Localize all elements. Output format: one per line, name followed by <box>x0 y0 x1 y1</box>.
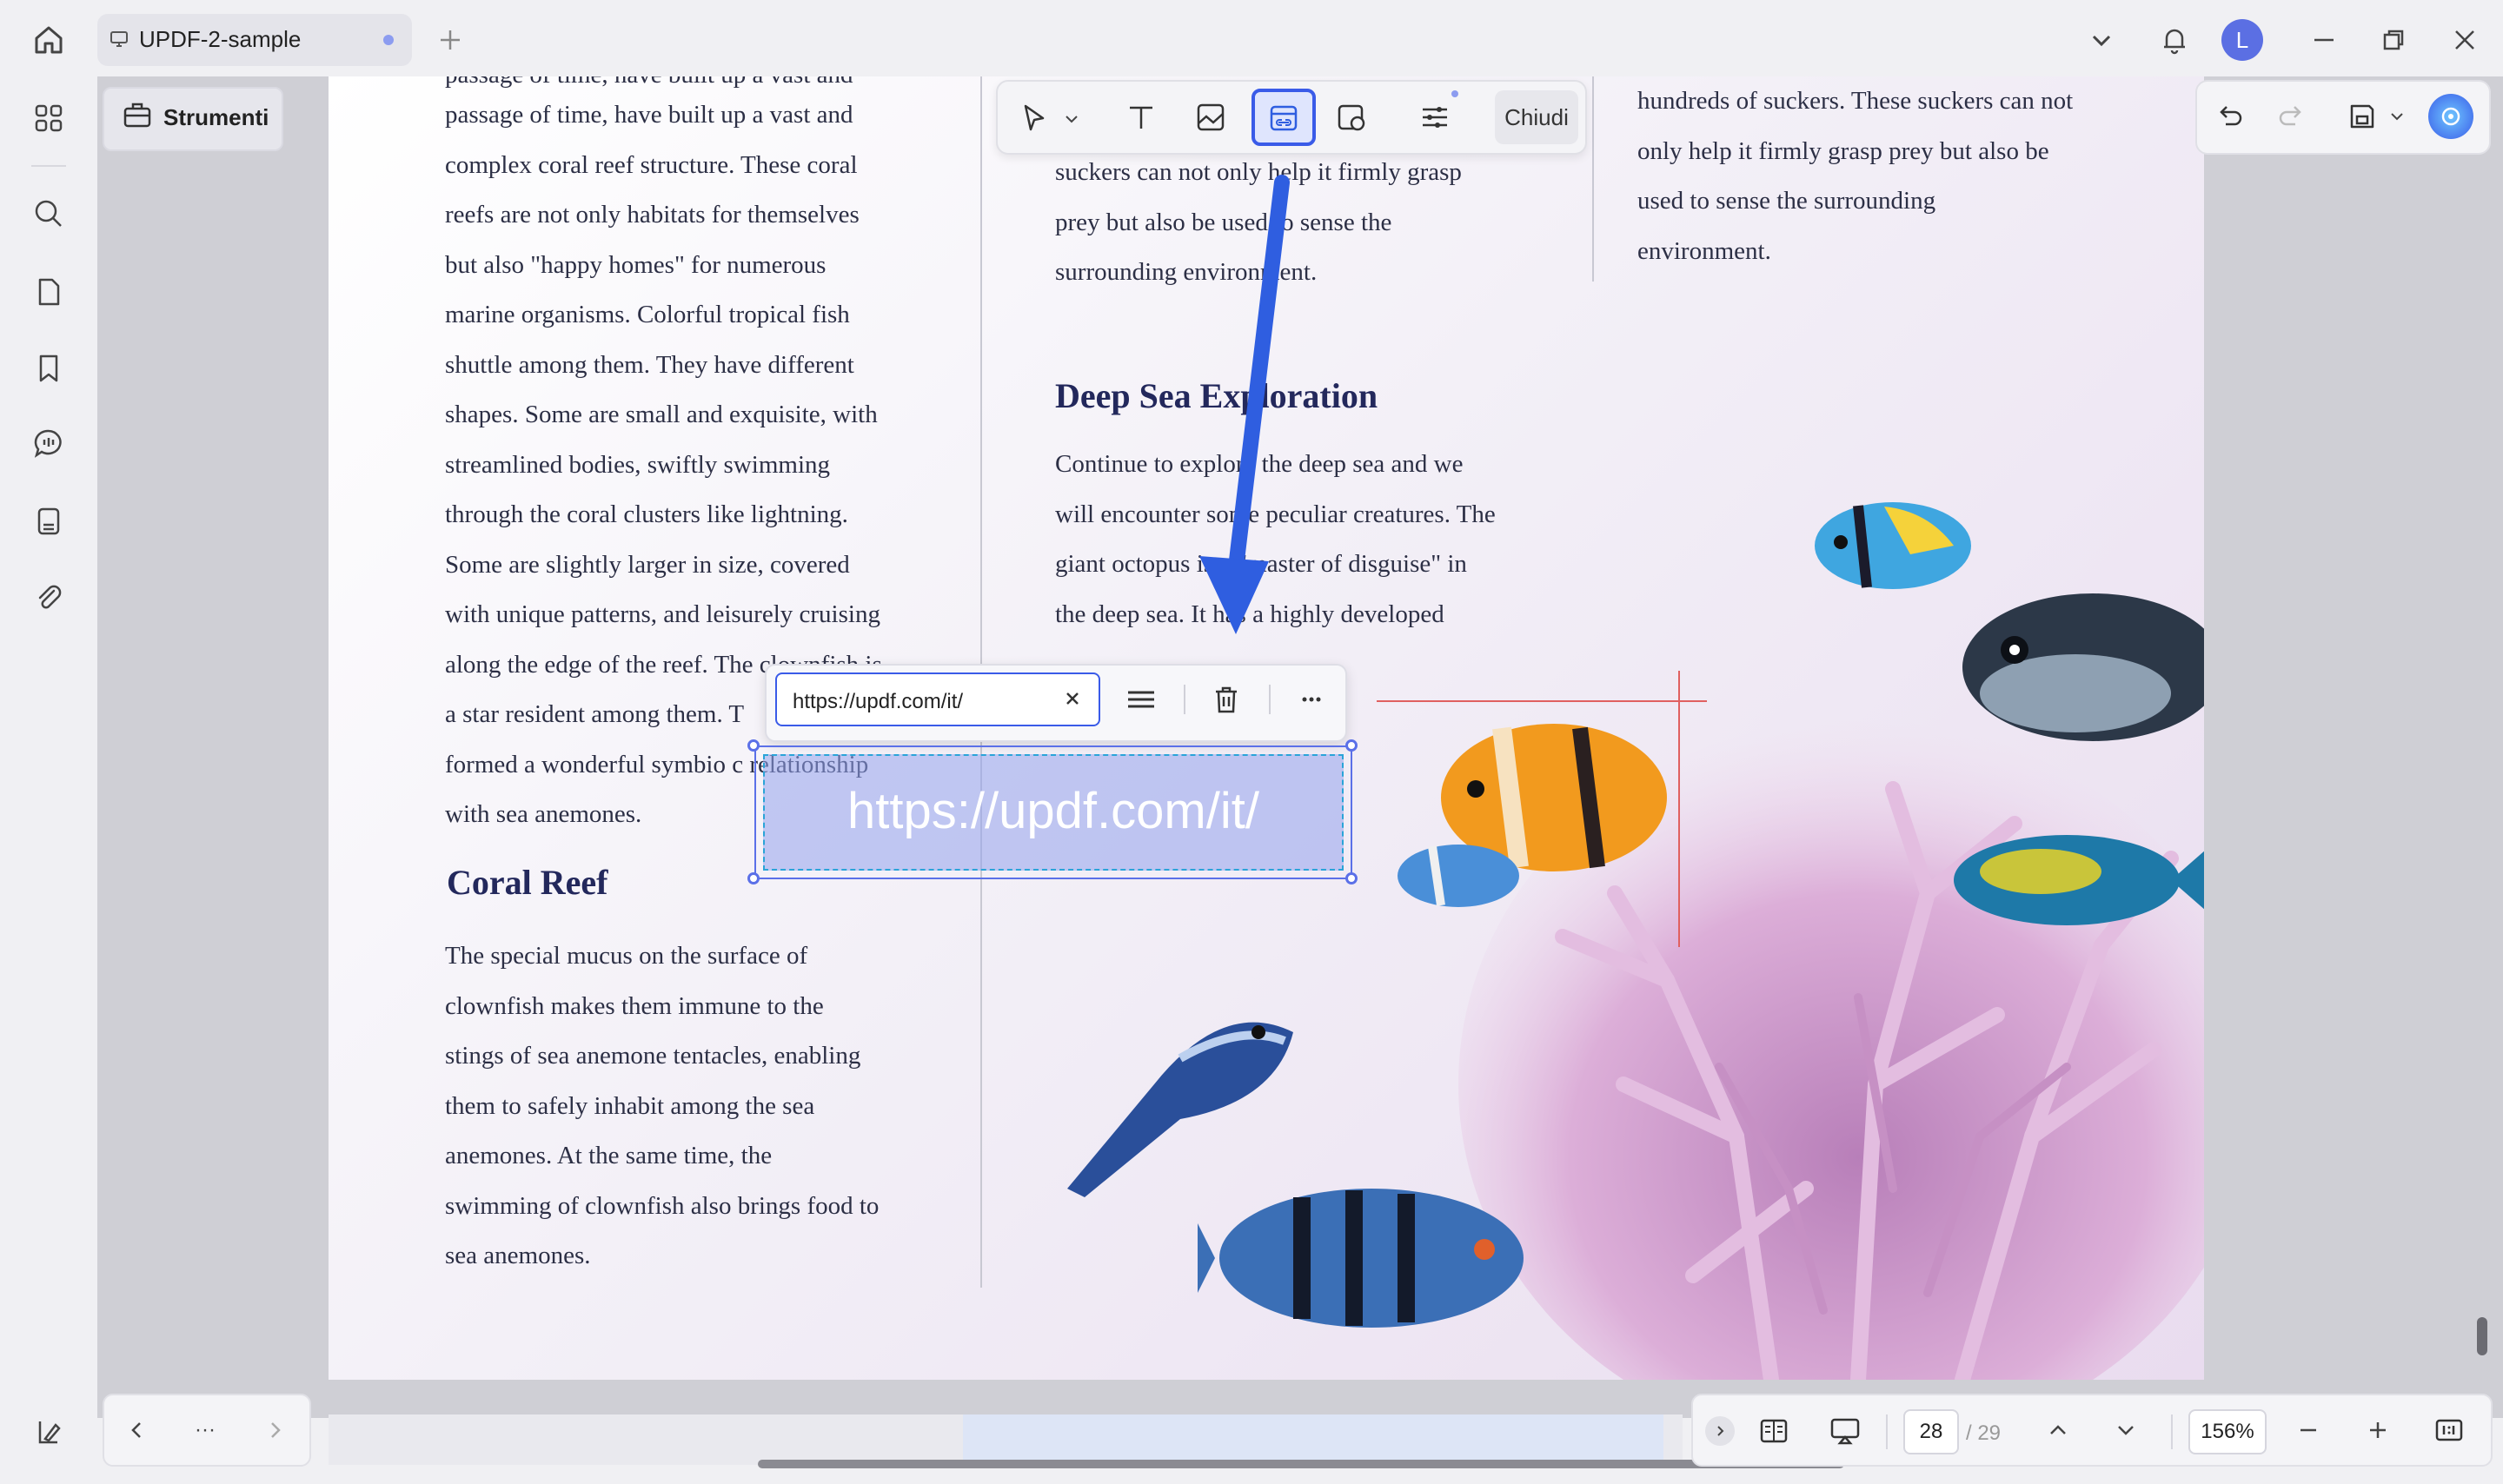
comment-icon[interactable] <box>28 422 70 464</box>
ai-assistant-icon[interactable] <box>2428 94 2473 139</box>
text-tool-icon[interactable] <box>1119 96 1163 139</box>
zoom-in-icon[interactable] <box>2359 1411 2397 1449</box>
tools-label: Strumenti <box>163 104 269 130</box>
butterflyfish-image <box>1806 494 1980 598</box>
chevron-down-icon[interactable] <box>1059 106 1085 132</box>
bell-icon[interactable] <box>2154 19 2195 61</box>
blue-fish-partial-image <box>1398 832 1528 919</box>
select-pointer-icon[interactable] <box>1013 97 1055 139</box>
unsaved-dot <box>383 35 394 45</box>
more-options-icon[interactable] <box>1291 679 1331 719</box>
bottom-divider <box>2171 1414 2173 1449</box>
resize-handle-top-left[interactable] <box>747 739 760 752</box>
horizontal-scrollbar-thumb[interactable] <box>758 1460 1844 1468</box>
resize-handle-top-right[interactable] <box>1345 739 1358 752</box>
adjust-icon[interactable] <box>1413 96 1457 139</box>
presentation-icon[interactable] <box>1825 1411 1865 1451</box>
rail-divider <box>31 165 66 167</box>
close-window-button[interactable] <box>2446 21 2484 59</box>
current-page-input[interactable]: 28 <box>1903 1409 1959 1454</box>
vertical-scrollbar-thumb[interactable] <box>2477 1317 2487 1355</box>
coral-reef-heading: Coral Reef <box>447 863 608 902</box>
link-annotation-text: https://updf.com/it/ <box>847 783 1259 839</box>
arrow-annotation <box>1182 174 1295 643</box>
image-tool-icon[interactable] <box>1189 96 1232 139</box>
new-tab-button[interactable] <box>431 21 469 59</box>
visible-region <box>963 1414 1663 1465</box>
redo-icon[interactable] <box>2270 96 2312 137</box>
popup-divider <box>1269 685 1271 714</box>
document-tab-icon <box>110 30 129 49</box>
resize-handle-bottom-right[interactable] <box>1345 872 1358 884</box>
total-pages: / 29 <box>1966 1421 2002 1445</box>
close-edit-button[interactable]: Chiudi <box>1495 90 1578 144</box>
toolbox-icon <box>122 99 153 130</box>
chevron-down-icon[interactable] <box>2084 23 2119 57</box>
deep-sea-paragraph: Continue to explore the deep sea and we … <box>1055 450 1496 628</box>
tab-title: UPDF-2-sample <box>139 26 302 52</box>
pufferfish-image <box>1945 589 2204 745</box>
restore-button[interactable] <box>2374 21 2413 59</box>
form-icon[interactable] <box>28 500 70 542</box>
actual-size-icon[interactable] <box>2430 1411 2468 1449</box>
avatar[interactable]: L <box>2221 19 2263 61</box>
chevron-left-icon[interactable] <box>118 1411 156 1449</box>
zoom-level[interactable]: 156% <box>2188 1409 2267 1454</box>
next-page-icon[interactable] <box>2107 1411 2145 1449</box>
more-pages-button[interactable]: ··· <box>186 1411 224 1449</box>
save-icon[interactable] <box>2341 96 2383 137</box>
chevron-right-icon[interactable] <box>256 1411 294 1449</box>
page-layout-icon[interactable] <box>1754 1411 1794 1451</box>
page-thumbnails-icon[interactable] <box>28 271 70 313</box>
chevron-down-icon[interactable] <box>2387 106 2407 127</box>
bookmark-icon[interactable] <box>28 348 70 389</box>
stamp-tool-icon[interactable] <box>1330 96 1373 139</box>
zoom-out-icon[interactable] <box>2289 1411 2327 1449</box>
undo-icon[interactable] <box>2209 96 2251 137</box>
popup-divider <box>1184 685 1185 714</box>
clear-url-icon[interactable] <box>1057 683 1088 714</box>
attachment-icon[interactable] <box>28 577 70 619</box>
trash-icon[interactable] <box>1206 679 1246 719</box>
align-menu-icon[interactable] <box>1121 679 1161 719</box>
search-icon[interactable] <box>28 193 70 235</box>
col3-paragraph: hundreds of suckers. These suckers can n… <box>1637 87 2074 265</box>
home-icon[interactable] <box>26 17 71 63</box>
coral-reef-paragraph: The special mucus on the surface of clow… <box>445 942 880 1269</box>
crosshair-vertical <box>1678 671 1680 947</box>
minimize-button[interactable] <box>2305 21 2343 59</box>
parrotfish-image <box>1945 824 2204 937</box>
apps-grid-icon[interactable] <box>28 97 70 139</box>
crosshair-horizontal <box>1377 700 1707 702</box>
sidebar-settings-icon[interactable] <box>28 1411 70 1453</box>
link-tool-icon <box>1262 97 1305 139</box>
col2-top-paragraph: suckers can not only help it firmly gras… <box>1055 158 1462 286</box>
column-divider <box>1592 76 1594 282</box>
link-url-input[interactable]: https://updf.com/it/ <box>775 672 1100 726</box>
striped-fish-image <box>1198 1154 1545 1362</box>
previous-page-icon[interactable] <box>2039 1411 2077 1449</box>
bottom-divider <box>1886 1414 1888 1449</box>
resize-handle-bottom-left[interactable] <box>747 872 760 884</box>
expand-toolbar-icon[interactable] <box>1705 1416 1735 1446</box>
